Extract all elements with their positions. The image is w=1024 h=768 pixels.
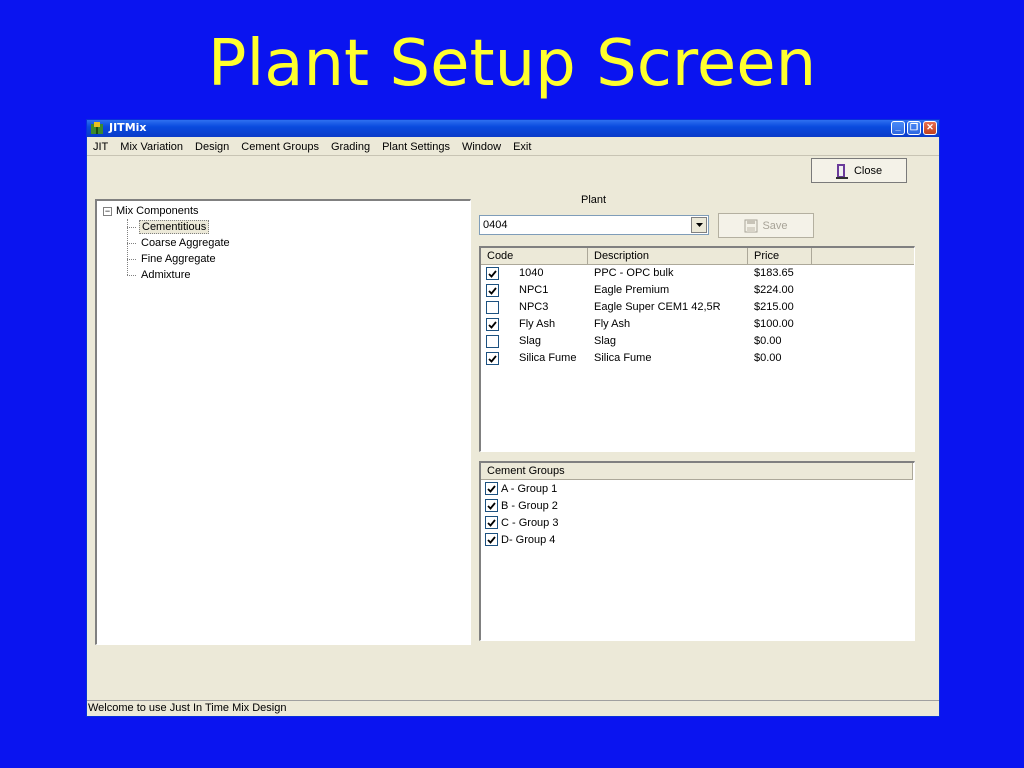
collapse-icon[interactable]: − [103,206,112,216]
row-select-cell [481,333,513,350]
window-title: JITMix [109,121,147,134]
cell-description: Fly Ash [594,318,631,330]
cell-code: 1040 [519,267,544,279]
table-row[interactable]: Silica Fume Silica Fume $0.00 [481,350,914,367]
menu-window[interactable]: Window [456,138,507,155]
menu-exit[interactable]: Exit [507,138,537,155]
menu-bar: JIT Mix Variation Design Cement Groups G… [87,138,939,156]
cement-group-item[interactable]: B - Group 2 [481,497,914,514]
cement-group-item[interactable]: D- Group 4 [481,531,914,548]
table-row[interactable]: 1040 PPC - OPC bulk $183.65 [481,265,914,282]
cement-groups-list[interactable]: Cement Groups A - Group 1 B - Group 2 C - … [479,461,915,641]
table-row[interactable]: NPC3 Eagle Super CEM1 42,5R $215.00 [481,299,914,316]
table-row[interactable]: Slag Slag $0.00 [481,333,914,350]
tree-item-label: Admixture [141,269,191,281]
tree-item-label: Cementitious [139,220,210,234]
cell-price: $100.00 [754,318,794,330]
cell-description: Eagle Premium [594,284,670,296]
cement-group-item[interactable]: C - Group 3 [481,514,914,531]
close-button[interactable]: Close [811,158,907,183]
row-select-cell [481,299,513,316]
menu-jit[interactable]: JIT [87,138,114,155]
floppy-disk-icon [744,219,758,232]
cement-group-label: D- Group 4 [501,533,556,546]
table-row[interactable]: NPC1 Eagle Premium $224.00 [481,282,914,299]
grid-body: 1040 PPC - OPC bulk $183.65 NPC1 Eagle Premi… [481,265,914,367]
tree-root[interactable]: − Mix Components [103,204,199,218]
menu-plant-settings[interactable]: Plant Settings [376,138,456,155]
cell-price: $224.00 [754,284,794,296]
menu-grading[interactable]: Grading [325,138,376,155]
minimize-icon[interactable]: _ [891,121,905,135]
menu-design[interactable]: Design [189,138,235,155]
save-button[interactable]: Save [718,213,814,238]
table-row[interactable]: Fly Ash Fly Ash $100.00 [481,316,914,333]
menu-mix-variation[interactable]: Mix Variation [114,138,189,155]
cell-price: $0.00 [754,335,782,347]
checkbox-checked[interactable] [486,352,499,365]
app-window: JITMix _ ❐ ✕ JIT Mix Variation Design Ce… [86,119,940,717]
cell-price: $215.00 [754,301,794,313]
cell-description: Silica Fume [594,352,652,364]
cement-group-label: C - Group 3 [501,516,559,529]
menu-cement-groups[interactable]: Cement Groups [235,138,325,155]
tree-item-label: Coarse Aggregate [141,237,230,249]
tree-item-coarse-aggregate[interactable]: Coarse Aggregate [127,235,232,251]
cell-description: Slag [594,335,617,347]
checkbox-checked[interactable] [486,284,499,297]
checkbox-checked[interactable] [485,499,498,512]
plant-select-value: 0404 [483,219,508,231]
checkbox-unchecked[interactable] [486,335,499,348]
row-select-cell [481,282,513,299]
door-exit-icon [835,163,848,179]
cell-code: NPC1 [519,284,549,296]
column-header-description[interactable]: Description [588,248,748,264]
cement-groups-header: Cement Groups [481,463,913,480]
close-icon[interactable]: ✕ [923,121,937,135]
tree-item-cementitious[interactable]: Cementitious [127,219,232,235]
mix-components-tree[interactable]: − Mix Components Cementitious Coarse Agg… [95,199,471,645]
cell-code: Fly Ash [519,318,556,330]
cementitious-grid[interactable]: Code Description Price 1040 PPC - OPC bul… [479,246,915,452]
status-bar: Welcome to use Just In Time Mix Design [87,700,939,716]
tree-item-label: Fine Aggregate [141,253,216,265]
cell-description: PPC - OPC bulk [594,267,674,279]
column-header-price[interactable]: Price [748,248,812,264]
title-bar[interactable]: JITMix _ ❐ ✕ [87,120,939,137]
cell-code: Slag [519,335,542,347]
cell-price: $183.65 [754,267,794,279]
checkbox-checked[interactable] [485,516,498,529]
cell-price: $0.00 [754,352,782,364]
close-button-label: Close [853,164,883,177]
save-button-label: Save [762,219,788,232]
slide-title: Plant Setup Screen [207,27,817,101]
checkbox-unchecked[interactable] [486,301,499,314]
checkbox-checked[interactable] [485,533,498,546]
cell-description: Eagle Super CEM1 42,5R [594,301,721,313]
status-text: Welcome to use Just In Time Mix Design [88,702,287,714]
checkbox-checked[interactable] [485,482,498,495]
tree-root-label: Mix Components [116,205,199,217]
row-select-cell [481,316,513,333]
column-header-code[interactable]: Code [481,248,588,264]
app-icon [91,122,103,134]
cement-group-label: B - Group 2 [501,499,558,512]
cement-group-label: A - Group 1 [501,482,558,495]
dropdown-arrow-icon[interactable] [691,217,707,233]
checkbox-checked[interactable] [486,318,499,331]
cell-code: Silica Fume [519,352,577,364]
cement-groups-body: A - Group 1 B - Group 2 C - Group 3 D- Grou… [481,480,914,548]
cell-code: NPC3 [519,301,549,313]
plant-label: Plant [581,194,607,206]
tree-item-admixture[interactable]: Admixture [127,267,232,283]
plant-select[interactable]: 0404 [479,215,709,235]
row-select-cell [481,265,513,282]
checkbox-checked[interactable] [486,267,499,280]
tree-item-fine-aggregate[interactable]: Fine Aggregate [127,251,232,267]
cement-group-item[interactable]: A - Group 1 [481,480,914,497]
grid-header: Code Description Price [481,248,914,265]
row-select-cell [481,350,513,367]
restore-icon[interactable]: ❐ [907,121,921,135]
